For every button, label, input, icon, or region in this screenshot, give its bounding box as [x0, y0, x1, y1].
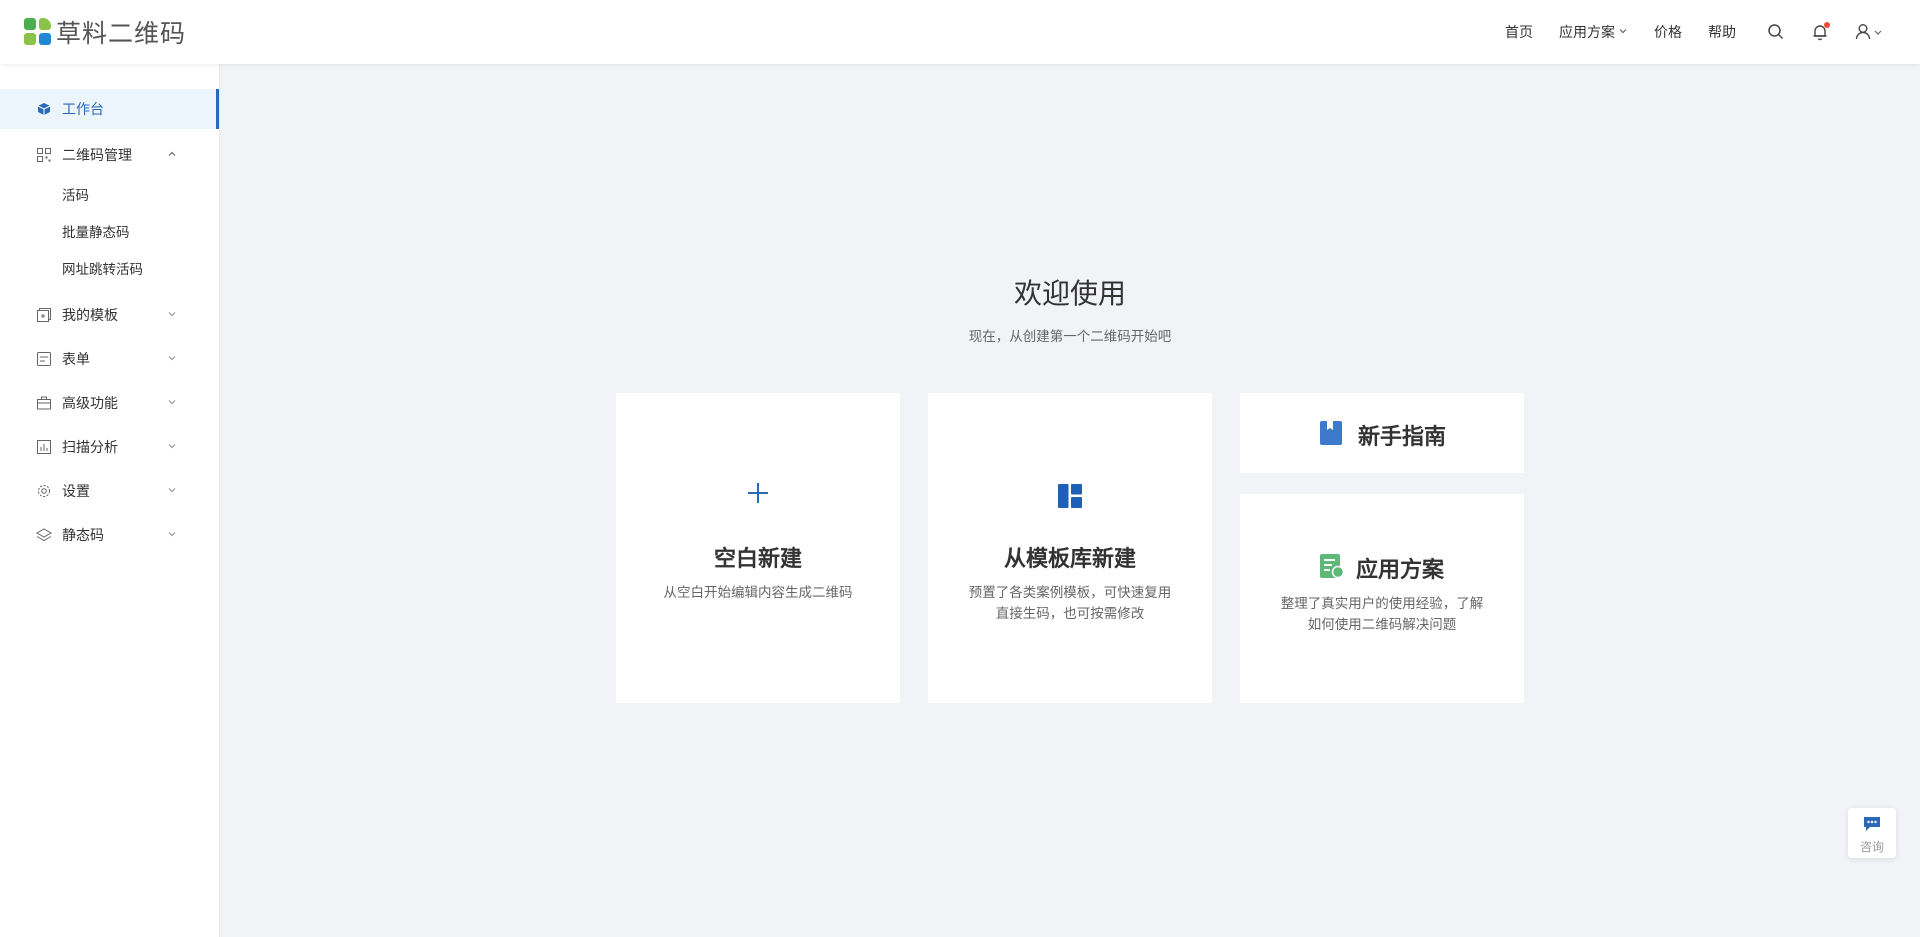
application-solution-desc-line1: 整理了真实用户的使用经验，了解 — [1280, 596, 1484, 612]
sidebar-item-qrcode-manage[interactable]: 二维码管理 — [0, 135, 219, 175]
chevron-down-icon — [167, 309, 177, 322]
chevron-down-icon — [167, 441, 177, 454]
search-icon[interactable] — [1766, 22, 1786, 42]
sidebar-item-scan-analytics[interactable]: 扫描分析 — [0, 427, 219, 467]
sidebar-item-label: 表单 — [62, 352, 90, 368]
app-logo[interactable]: 草料二维码 — [24, 18, 186, 48]
nav-help-label: 帮助 — [1708, 25, 1736, 41]
chevron-down-icon — [167, 529, 177, 542]
chart-icon — [36, 439, 52, 455]
sidebar-item-advanced[interactable]: 高级功能 — [0, 383, 219, 423]
user-icon — [1855, 24, 1882, 40]
sidebar-sub-batch-static[interactable]: 批量静态码 — [0, 212, 219, 249]
nav-home[interactable]: 首页 — [1505, 22, 1533, 42]
chevron-up-icon — [167, 149, 177, 162]
template-new-card[interactable]: 从模板库新建 预置了各类案例模板，可快速复用 直接生码，也可按需修改 — [928, 393, 1212, 703]
sidebar-item-forms[interactable]: 表单 — [0, 339, 219, 379]
nav-home-label: 首页 — [1505, 25, 1533, 41]
sidebar-item-settings[interactable]: 设置 — [0, 471, 219, 511]
blank-new-card[interactable]: 空白新建 从空白开始编辑内容生成二维码 — [616, 393, 900, 703]
notification-dot — [1824, 22, 1830, 28]
plus-icon — [746, 481, 770, 505]
user-menu[interactable] — [1854, 22, 1886, 42]
nav-pricing[interactable]: 价格 — [1654, 22, 1682, 42]
nav-help[interactable]: 帮助 — [1708, 22, 1736, 42]
sidebar-item-label: 设置 — [62, 484, 90, 500]
chevron-down-icon — [167, 397, 177, 410]
sidebar-item-my-templates[interactable]: 我的模板 — [0, 295, 219, 335]
application-solution-title: 应用方案 — [1356, 558, 1445, 583]
sidebar-item-label: 高级功能 — [62, 396, 118, 412]
application-solution-desc-line2: 如何使用二维码解决问题 — [1307, 617, 1457, 633]
sidebar-item-workbench[interactable]: 工作台 — [0, 89, 219, 129]
beginner-guide-title: 新手指南 — [1358, 425, 1447, 450]
template-new-title: 从模板库新建 — [1003, 547, 1136, 572]
chevron-down-icon — [1618, 26, 1628, 39]
gear-icon — [36, 483, 52, 499]
qrcode-grid-icon — [36, 147, 52, 163]
book-icon — [1320, 421, 1342, 445]
briefcase-icon — [36, 395, 52, 411]
chevron-down-icon — [167, 485, 177, 498]
sidebar-sub-live-code[interactable]: 活码 — [0, 175, 219, 212]
beginner-guide-card[interactable]: 新手指南 — [1240, 393, 1524, 473]
consult-button[interactable]: 咨询 — [1848, 808, 1896, 858]
sidebar: 工作台 二维码管理 活码 批量静态码 网址跳转活码 我的模板 表单 高级功能 扫… — [0, 64, 220, 937]
sidebar-item-static-code[interactable]: 静态码 — [0, 515, 219, 555]
nav-solutions-label: 应用方案 — [1559, 25, 1615, 41]
sidebar-item-label: 二维码管理 — [62, 148, 132, 164]
sidebar-sub-url-redirect[interactable]: 网址跳转活码 — [0, 249, 219, 286]
chat-bubble-icon — [1863, 816, 1881, 832]
nav-pricing-label: 价格 — [1654, 25, 1682, 41]
blank-new-desc: 从空白开始编辑内容生成二维码 — [663, 585, 853, 601]
sidebar-item-label: 静态码 — [62, 528, 104, 544]
template-icon — [36, 307, 52, 323]
consult-label: 咨询 — [1859, 840, 1884, 854]
app-name: 草料二维码 — [56, 19, 187, 48]
sidebar-item-label: 工作台 — [62, 102, 104, 118]
solution-doc-icon — [1320, 554, 1345, 579]
nav-solutions[interactable]: 应用方案 — [1559, 22, 1628, 42]
top-nav: 首页 应用方案 价格 帮助 — [1505, 0, 1920, 64]
template-new-desc-line2: 直接生码，也可按需修改 — [995, 606, 1145, 622]
form-icon — [36, 351, 52, 367]
layers-icon — [36, 527, 52, 543]
sidebar-item-label: 扫描分析 — [62, 440, 118, 456]
chevron-down-icon — [167, 353, 177, 366]
logo-mark-icon — [24, 18, 52, 46]
cube-icon — [36, 101, 52, 117]
application-solution-card[interactable]: 应用方案 整理了真实用户的使用经验，了解 如何使用二维码解决问题 — [1240, 494, 1524, 703]
welcome-subtitle: 现在，从创建第一个二维码开始吧 — [968, 329, 1172, 345]
template-layout-icon — [1058, 484, 1082, 508]
bell-icon[interactable] — [1810, 22, 1830, 42]
welcome-title: 欢迎使用 — [1013, 277, 1126, 310]
template-new-desc-line1: 预置了各类案例模板，可快速复用 — [968, 585, 1172, 601]
top-header: 草料二维码 首页 应用方案 价格 帮助 — [0, 0, 1920, 64]
sidebar-item-label: 我的模板 — [62, 308, 118, 324]
blank-new-title: 空白新建 — [713, 547, 802, 572]
